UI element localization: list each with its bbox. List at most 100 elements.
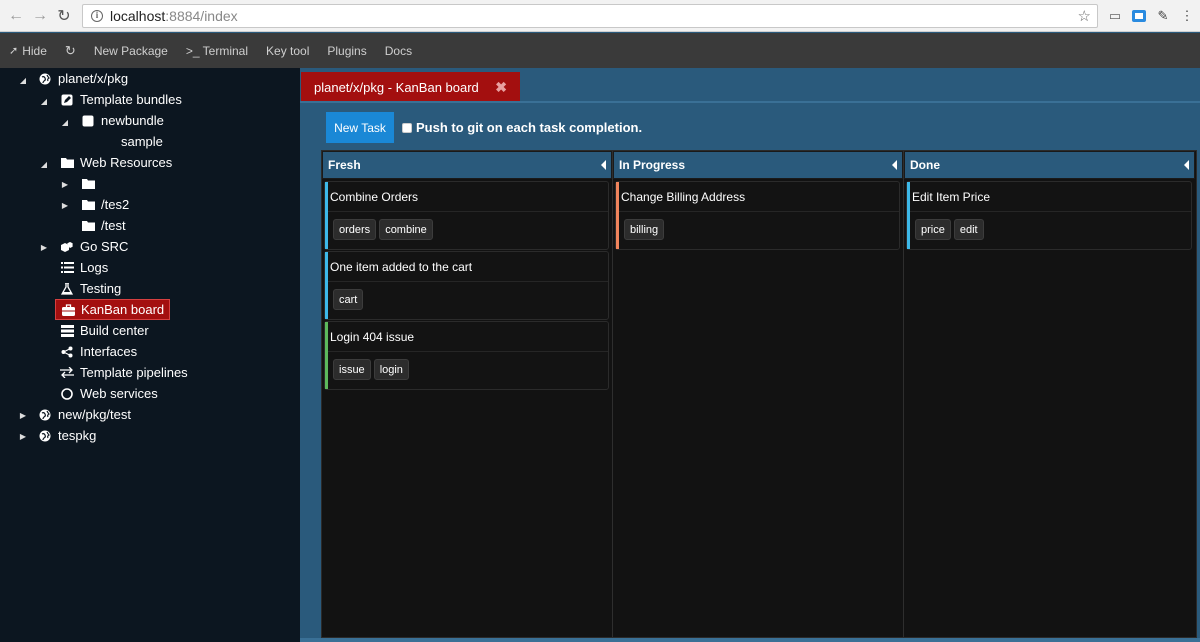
globe-icon	[38, 429, 52, 443]
extension-icon[interactable]	[1130, 7, 1148, 25]
collapse-caret-icon[interactable]	[892, 160, 897, 170]
tree-item-interfaces[interactable]: Interfaces	[60, 341, 137, 362]
tree-item-folder[interactable]	[81, 173, 101, 194]
globe-icon	[38, 72, 52, 86]
new-package-button[interactable]: New Package	[85, 33, 177, 68]
expanded-arrow-icon[interactable]: ◢	[18, 75, 28, 85]
tree-item-template-pipelines[interactable]: Template pipelines	[60, 362, 188, 383]
task-card[interactable]: One item added to the cart cart	[324, 251, 609, 320]
reload-icon[interactable]: ↻	[52, 4, 76, 28]
column-done: Done Edit Item Price price edit	[904, 151, 1196, 637]
collapsed-arrow-icon[interactable]: ▶	[18, 410, 28, 420]
share-icon	[60, 345, 74, 359]
tree-item-kanban-board[interactable]: KanBan board	[55, 299, 171, 320]
collapsed-arrow-icon[interactable]: ▶	[39, 242, 49, 252]
hide-label: Hide	[22, 43, 47, 58]
refresh-icon: ↻	[64, 42, 76, 58]
tag[interactable]: combine	[379, 219, 433, 240]
tag[interactable]: issue	[333, 359, 371, 380]
column-title: In Progress	[619, 158, 686, 172]
address-bar[interactable]: i localhost:8884/index ☆	[82, 4, 1098, 28]
tree-item-label: /tes2	[101, 197, 130, 212]
tab-underline	[300, 101, 1200, 103]
tag[interactable]: billing	[624, 219, 665, 240]
tag[interactable]: edit	[953, 219, 984, 240]
column-in-progress: In Progress Change Billing Address billi…	[613, 151, 904, 637]
forward-arrow-icon[interactable]: →	[28, 4, 52, 28]
globe-icon	[38, 408, 52, 422]
card-divider	[910, 211, 1191, 212]
collapsed-arrow-icon[interactable]: ▶	[60, 200, 70, 210]
tab-kanban-board[interactable]: planet/x/pkg - KanBan board ✖	[301, 72, 520, 102]
tree-item-label: Logs	[80, 260, 109, 275]
collapse-caret-icon[interactable]	[1184, 160, 1189, 170]
tag[interactable]: orders	[333, 219, 377, 240]
card-divider	[328, 351, 608, 352]
menu-icon[interactable]: ⋮	[1178, 7, 1196, 25]
tab-strip: planet/x/pkg - KanBan board ✖	[300, 68, 1200, 102]
card-color-bar	[325, 252, 328, 319]
new-task-button[interactable]: New Task	[326, 112, 394, 143]
expanded-arrow-icon[interactable]: ◢	[39, 159, 49, 169]
bookmark-star-icon[interactable]: ☆	[1078, 7, 1091, 25]
tree-item-tespkg[interactable]: tespkg	[38, 425, 96, 446]
task-card[interactable]: Combine Orders orders combine	[324, 181, 609, 250]
tree-item-template-bundles[interactable]: Template bundles	[60, 89, 182, 110]
tree-item-sample[interactable]: sample	[121, 131, 163, 152]
tree-item-web-resources[interactable]: Web Resources	[60, 152, 172, 173]
tree-item-label: Web Resources	[80, 155, 173, 170]
tree-item-label: tespkg	[58, 428, 97, 443]
task-card[interactable]: Change Billing Address billing	[615, 181, 900, 250]
key-tool-button[interactable]: Key tool	[257, 33, 318, 68]
folder-icon	[60, 156, 74, 170]
card-title: Login 404 issue	[330, 330, 415, 344]
bottom-strip	[300, 638, 1200, 642]
circle-icon	[60, 387, 74, 401]
tree-item-build-center[interactable]: Build center	[60, 320, 149, 341]
close-icon[interactable]: ✖	[495, 79, 507, 96]
browser-chrome: ← → ↻ i localhost:8884/index ☆ ▭ ✎ ⋮	[0, 0, 1200, 32]
expanded-arrow-icon[interactable]: ◢	[60, 117, 70, 127]
tree-item-testing[interactable]: Testing	[60, 278, 121, 299]
column-header: In Progress	[613, 151, 903, 179]
tree-item-new-pkg-test[interactable]: new/pkg/test	[38, 404, 131, 425]
info-icon[interactable]: i	[88, 9, 106, 23]
tree-item-tes2[interactable]: /tes2	[81, 194, 129, 215]
edit-page-icon[interactable]: ✎	[1154, 7, 1172, 25]
push-option: Push to git on each task completion.	[402, 120, 642, 135]
card-divider	[619, 211, 899, 212]
tree-item-test[interactable]: /test	[81, 215, 126, 236]
collapsed-arrow-icon[interactable]: ▶	[60, 179, 70, 189]
hide-button[interactable]: ➚ Hide	[0, 33, 56, 68]
card-color-bar	[325, 322, 328, 389]
tree-item-planet-x-pkg[interactable]: planet/x/pkg	[38, 68, 128, 89]
column-title: Fresh	[328, 158, 361, 172]
cast-icon[interactable]: ▭	[1106, 7, 1124, 25]
tag[interactable]: login	[373, 359, 409, 380]
card-color-bar	[907, 182, 910, 249]
tree-item-newbundle[interactable]: newbundle	[81, 110, 164, 131]
expanded-arrow-icon[interactable]: ◢	[39, 96, 49, 106]
plugins-button[interactable]: Plugins	[318, 33, 375, 68]
refresh-button[interactable]: ↻	[56, 33, 85, 68]
push-checkbox[interactable]	[402, 122, 412, 133]
tree-item-logs[interactable]: Logs	[60, 257, 108, 278]
tree-item-web-services[interactable]: Web services	[60, 383, 158, 404]
terminal-button[interactable]: >_ Terminal	[177, 33, 257, 68]
card-title: Edit Item Price	[912, 190, 991, 204]
back-arrow-icon[interactable]: ←	[4, 4, 28, 28]
tree-item-go-src[interactable]: Go SRC	[60, 236, 128, 257]
column-title: Done	[910, 158, 940, 172]
tree-item-label: Interfaces	[80, 344, 138, 359]
terminal-label: >_ Terminal	[185, 43, 249, 58]
collapse-caret-icon[interactable]	[601, 160, 606, 170]
square-icon	[81, 114, 95, 128]
task-card[interactable]: Edit Item Price price edit	[906, 181, 1192, 250]
collapsed-arrow-icon[interactable]: ▶	[18, 431, 28, 441]
tag[interactable]: price	[915, 219, 951, 240]
push-label: Push to git on each task completion.	[416, 120, 643, 135]
docs-button[interactable]: Docs	[376, 33, 421, 68]
task-card[interactable]: Login 404 issue issue login	[324, 321, 609, 390]
tag[interactable]: cart	[333, 289, 364, 310]
folder-icon	[81, 219, 95, 233]
